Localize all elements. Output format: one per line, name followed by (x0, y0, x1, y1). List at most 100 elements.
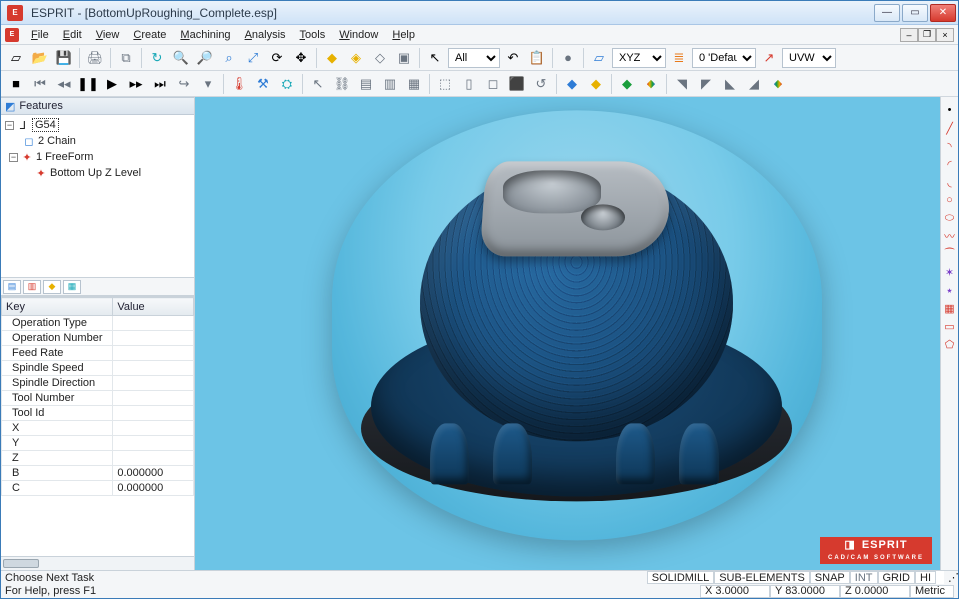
grid-pattern-icon[interactable]: ▦ (943, 301, 957, 315)
tp-3-icon[interactable]: ◣ (719, 73, 741, 95)
menu-tools[interactable]: Tools (294, 27, 332, 43)
sphere-icon[interactable]: ● (557, 47, 579, 69)
endpoint-snap-icon[interactable]: ✶ (943, 265, 957, 279)
sim-stepback-icon[interactable]: ◂◂ (53, 73, 75, 95)
workplane-icon[interactable]: ▱ (588, 47, 610, 69)
curve-icon[interactable]: ⁀ (943, 247, 957, 261)
shade-wire-icon[interactable]: ◈ (345, 47, 367, 69)
undo-icon[interactable]: ↶ (502, 47, 524, 69)
zoom-window-icon[interactable]: ⌕ (218, 47, 240, 69)
stock-icon[interactable]: ⬚ (434, 73, 456, 95)
tab-ops[interactable]: ▥ (23, 280, 41, 294)
tp-2-icon[interactable]: ◤ (695, 73, 717, 95)
sim-stop-icon[interactable]: ■ (5, 73, 27, 95)
menu-file[interactable]: File (25, 27, 55, 43)
midpoint-snap-icon[interactable]: ٭ (943, 283, 957, 297)
sim-settings-icon[interactable]: ▾ (197, 73, 219, 95)
props-row[interactable]: B0.000000 (2, 466, 194, 481)
status-grid[interactable]: GRID (878, 571, 916, 584)
menu-window[interactable]: Window (333, 27, 384, 43)
zoom-fit-icon[interactable]: ⤢ (242, 47, 264, 69)
spline-icon[interactable]: 〰 (943, 229, 957, 243)
props-header-key[interactable]: Key (2, 298, 113, 316)
tab-tools[interactable]: ◆ (43, 280, 61, 294)
props-row[interactable]: Tool Id (2, 406, 194, 421)
tree-node-chain[interactable]: ◻ 2 Chain (5, 133, 190, 149)
polygon-icon[interactable]: ⬠ (943, 337, 957, 351)
feature-auto-icon[interactable]: ▦ (403, 73, 425, 95)
circle-icon[interactable]: ○ (943, 193, 957, 207)
pan-icon[interactable]: ✥ (290, 47, 312, 69)
props-row[interactable]: Y (2, 436, 194, 451)
props-row[interactable]: Operation Type (2, 316, 194, 331)
menu-machining[interactable]: Machining (174, 27, 236, 43)
left-scrollbar[interactable] (1, 556, 194, 570)
thermometer-icon[interactable]: 🌡 (228, 73, 250, 95)
op-contour-icon[interactable]: ◆ (616, 73, 638, 95)
line-icon[interactable]: ╱ (943, 121, 957, 135)
tp-4-icon[interactable]: ◢ (743, 73, 765, 95)
zoom-in-icon[interactable]: 🔍 (170, 47, 192, 69)
op-fancy-icon[interactable]: ◆ (640, 73, 662, 95)
sim-loop-icon[interactable]: ↪ (173, 73, 195, 95)
copy-icon[interactable]: ⧉ (115, 47, 137, 69)
arc-3pt-icon[interactable]: ◜ (943, 157, 957, 171)
status-mode[interactable]: SOLIDMILL (647, 571, 714, 584)
props-row[interactable]: X (2, 421, 194, 436)
minimize-button[interactable]: — (874, 4, 900, 22)
sim-stepfwd-icon[interactable]: ▸▸ (125, 73, 147, 95)
mdi-minimize-button[interactable]: – (900, 28, 918, 42)
select-arrow-icon[interactable]: ↖ (424, 47, 446, 69)
feature-tree[interactable]: − ⅃ G54 ◻ 2 Chain − ✦ 1 FreeForm ✦ Botto… (1, 115, 194, 278)
feature-save-icon[interactable]: ▤ (355, 73, 377, 95)
feature-pick-icon[interactable]: ↖ (307, 73, 329, 95)
arc-tan-icon[interactable]: ◟ (943, 175, 957, 189)
tree-node-g54[interactable]: − ⅃ G54 (5, 117, 190, 133)
props-row[interactable]: C0.000000 (2, 481, 194, 496)
menu-create[interactable]: Create (127, 27, 172, 43)
ucs-icon[interactable]: ↗ (758, 47, 780, 69)
status-int[interactable]: INT (850, 571, 878, 584)
tab-report[interactable]: ▦ (63, 280, 81, 294)
sim-pause-icon[interactable]: ❚❚ (77, 73, 99, 95)
menu-analysis[interactable]: Analysis (239, 27, 292, 43)
tree-node-operation[interactable]: ✦ Bottom Up Z Level (5, 165, 190, 181)
paste-icon[interactable]: 📋 (526, 47, 548, 69)
print-icon[interactable]: 🖨 (84, 47, 106, 69)
mdi-close-button[interactable]: × (936, 28, 954, 42)
menu-help[interactable]: Help (386, 27, 421, 43)
sim-play-icon[interactable]: ▶ (101, 73, 123, 95)
props-row[interactable]: Spindle Speed (2, 361, 194, 376)
tp-1-icon[interactable]: ◥ (671, 73, 693, 95)
props-row[interactable]: Spindle Direction (2, 376, 194, 391)
wireframe-icon[interactable]: ◇ (369, 47, 391, 69)
fixture-icon[interactable]: ▯ (458, 73, 480, 95)
tool-icon[interactable]: ⚒ (252, 73, 274, 95)
sim-rewind-icon[interactable]: ⏮ (29, 73, 51, 95)
ellipse-icon[interactable]: ⬭ (943, 211, 957, 225)
status-resize-grip[interactable]: ⋰ (944, 571, 954, 584)
rotate-icon[interactable]: ⟳ (266, 47, 288, 69)
shade-solid-icon[interactable]: ◆ (321, 47, 343, 69)
layer-icon[interactable]: ≣ (668, 47, 690, 69)
hidden-line-icon[interactable]: ▣ (393, 47, 415, 69)
menu-edit[interactable]: Edit (57, 27, 88, 43)
tab-features[interactable]: ▤ (3, 280, 21, 294)
props-row[interactable]: Operation Number (2, 331, 194, 346)
point-icon[interactable]: • (943, 103, 957, 117)
mdi-restore-button[interactable]: ❐ (918, 28, 936, 42)
rectangle-icon[interactable]: ▭ (943, 319, 957, 333)
layer-select[interactable]: 0 'Defau (692, 48, 756, 68)
tree-node-freeform[interactable]: − ✦ 1 FreeForm (5, 149, 190, 165)
status-snap[interactable]: SNAP (810, 571, 850, 584)
props-header-value[interactable]: Value (113, 298, 194, 316)
scrollbar-thumb[interactable] (3, 559, 39, 568)
viewport-3d[interactable]: • ╱ ◝ ◜ ◟ ○ ⬭ 〰 ⁀ ✶ ٭ ▦ ▭ ⬠ ◨ ESPRIT (195, 97, 958, 570)
op-multi-icon[interactable]: ◆ (767, 73, 789, 95)
feature-edit-icon[interactable]: ▥ (379, 73, 401, 95)
save-file-icon[interactable]: 💾 (53, 47, 75, 69)
feature-chain-icon[interactable]: ⛓ (331, 73, 353, 95)
ucs-select[interactable]: UVW (782, 48, 836, 68)
menu-view[interactable]: View (90, 27, 126, 43)
tree-collapse-icon[interactable]: − (5, 121, 14, 130)
